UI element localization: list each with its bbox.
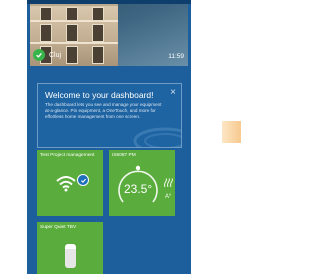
time-readout: 11:59: [168, 53, 184, 60]
close-icon[interactable]: ×: [170, 87, 176, 98]
dashboard-screen: Cluj 11:59 Welcome to your dashboard! × …: [27, 0, 191, 274]
wifi-icon: [56, 176, 76, 192]
connected-check-icon: [77, 174, 89, 186]
purifier-icon: [65, 244, 76, 268]
welcome-body: The dashboard lets you see and manage yo…: [45, 102, 162, 119]
device-tile-project[interactable]: Test Project management: [37, 150, 103, 216]
status-strip: [27, 0, 191, 4]
tile-label: IS6087 PM: [112, 153, 136, 158]
heat-icon: [164, 178, 173, 188]
welcome-title: Welcome to your dashboard!: [45, 90, 154, 100]
device-tile-purifier[interactable]: Super Quiet TBV: [37, 222, 103, 274]
location-hero[interactable]: Cluj 11:59: [30, 0, 188, 66]
check-icon: [33, 49, 45, 61]
location-name: Cluj: [49, 51, 62, 59]
device-tile-thermostat[interactable]: IS6087 PM 23.5° A°: [109, 150, 175, 216]
welcome-card: Welcome to your dashboard! × The dashboa…: [37, 83, 182, 148]
next-card-peek[interactable]: [222, 121, 241, 143]
mode-indicator: A°: [165, 194, 172, 200]
temperature-readout: 23.5°: [124, 182, 153, 196]
tile-label: Super Quiet TBV: [40, 225, 77, 230]
tile-label: Test Project management: [40, 153, 95, 158]
